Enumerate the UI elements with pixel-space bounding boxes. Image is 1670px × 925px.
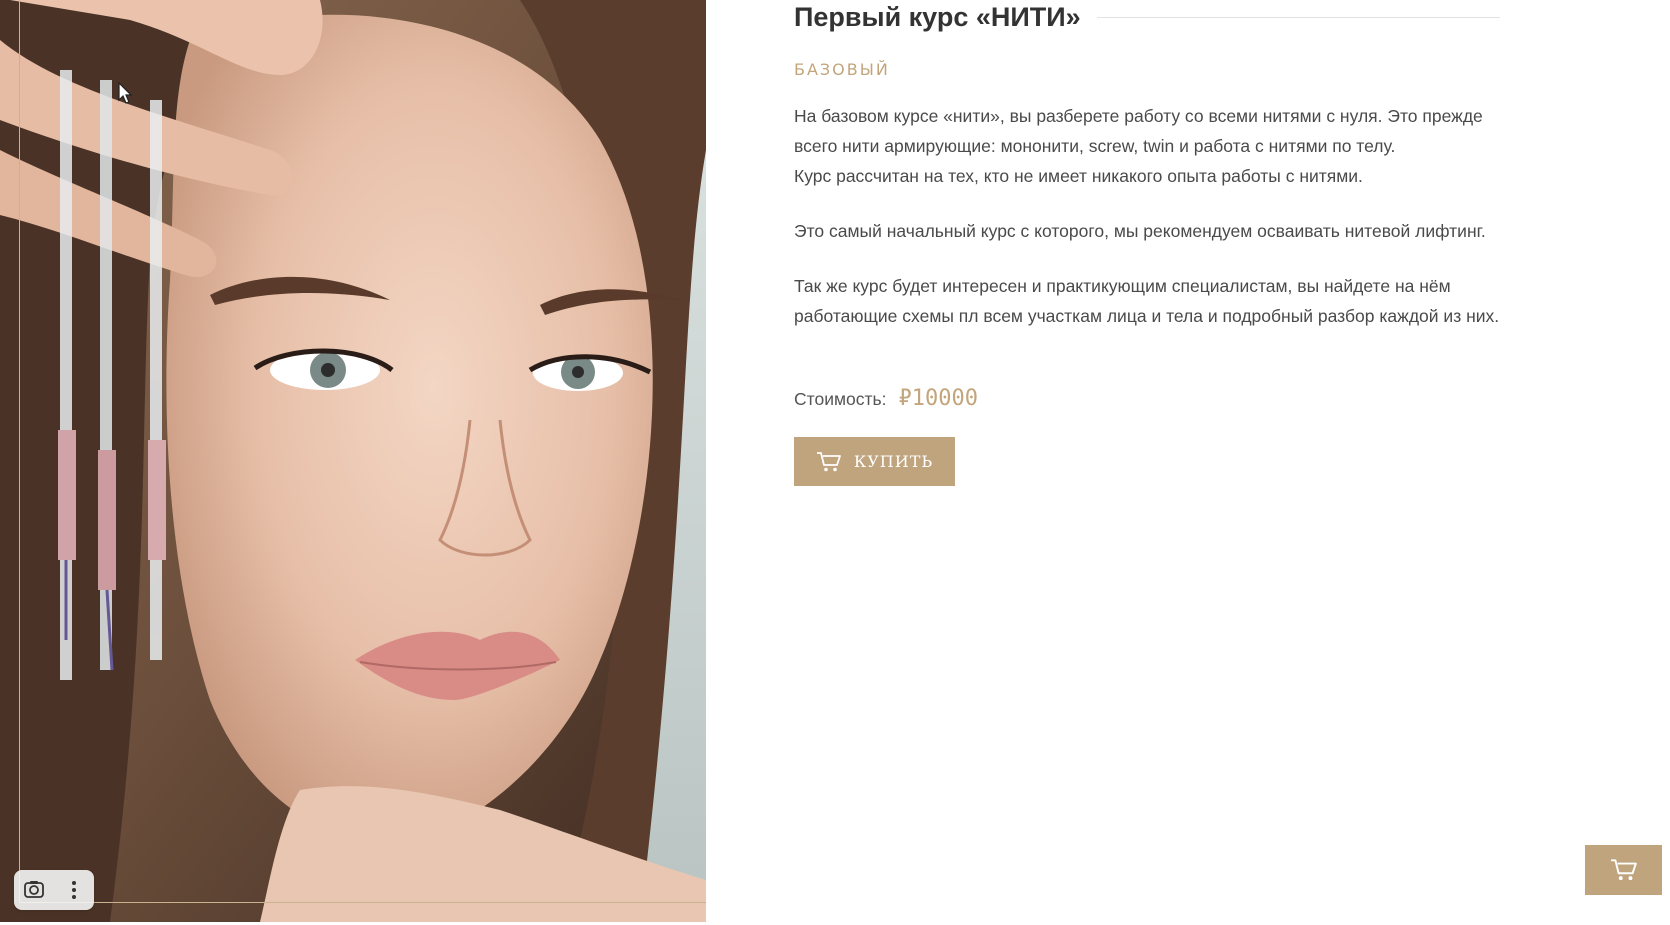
product-info: Первый курс «НИТИ» БАЗОВЫЙ На базовом ку… (794, 0, 1500, 486)
floating-cart-button[interactable] (1585, 845, 1662, 895)
title-row: Первый курс «НИТИ» (794, 0, 1500, 34)
product-page: Первый курс «НИТИ» БАЗОВЫЙ На базовом ку… (0, 0, 1670, 925)
product-title: Первый курс «НИТИ» (794, 1, 1081, 32)
buy-button-label: КУПИТЬ (853, 452, 934, 471)
cart-icon (816, 451, 841, 471)
description-paragraph: На базовом курсе «нити», вы разберете ра… (794, 101, 1500, 191)
portrait-illustration (0, 0, 706, 922)
course-level: БАЗОВЫЙ (794, 60, 890, 79)
price-value: ₽10000 (898, 386, 978, 411)
description-line: На базовом курсе «нити», вы разберете ра… (794, 106, 1483, 156)
more-vertical-icon[interactable] (60, 876, 88, 904)
price-label: Стоимость: (794, 389, 887, 409)
photo-toolbar (14, 870, 94, 910)
description-paragraph: Это самый начальный курс с которого, мы … (794, 221, 1486, 241)
lens-search-icon[interactable] (20, 876, 48, 904)
product-photo (0, 0, 706, 922)
title-divider (1096, 16, 1500, 18)
description-paragraph: Так же курс будет интересен и практикующ… (794, 276, 1500, 326)
description-line: Курс рассчитан на тех, кто не имеет ника… (794, 166, 1363, 186)
buy-button[interactable]: КУПИТЬ (794, 437, 955, 486)
mouse-cursor-icon (118, 82, 132, 104)
price-row: Стоимость: ₽10000 (794, 386, 1500, 411)
product-description: На базовом курсе «нити», вы разберете ра… (794, 101, 1500, 331)
cart-icon (1610, 859, 1637, 881)
